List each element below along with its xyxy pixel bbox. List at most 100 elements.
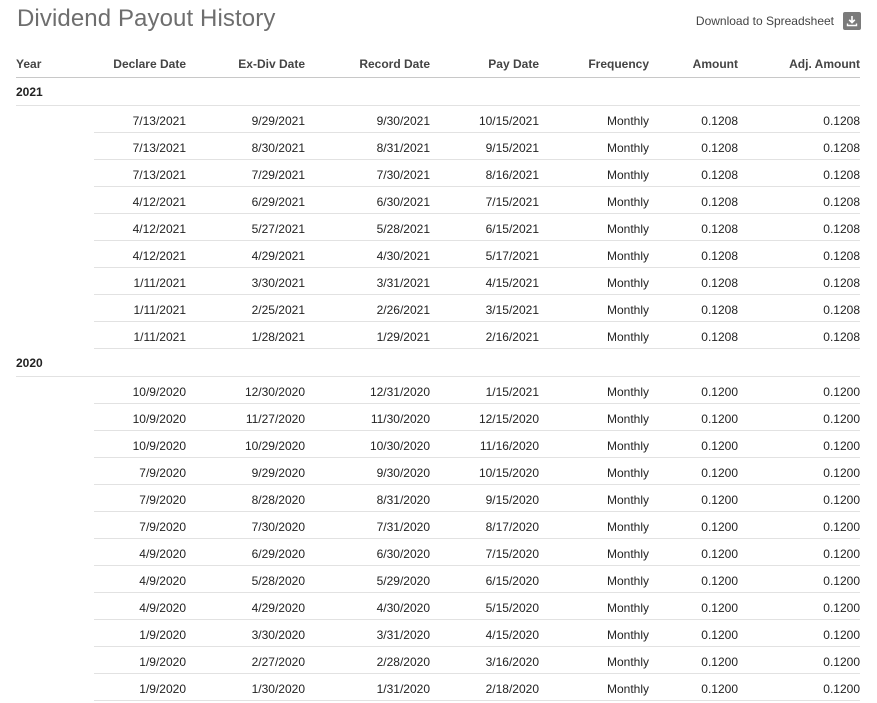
record-date-cell: 5/28/2021 [305, 214, 430, 241]
record-date-cell: 11/30/2020 [305, 404, 430, 431]
amount-cell: 0.1200 [649, 404, 738, 431]
adj-amount-cell: 0.1208 [738, 133, 860, 160]
ex-div-date-cell: 11/27/2020 [186, 404, 305, 431]
adj-amount-cell: 0.1208 [738, 106, 860, 133]
year-cell [16, 308, 94, 309]
year-group-row: 2021 [16, 78, 860, 106]
table-row: 7/9/2020 8/28/2020 8/31/2020 9/15/2020 Month… [16, 485, 860, 512]
table-row: 7/13/2021 8/30/2021 8/31/2021 9/15/2021 Mont… [16, 133, 860, 160]
adj-amount-cell: 0.1200 [738, 485, 860, 512]
adj-amount-cell: 0.1200 [738, 539, 860, 566]
year-cell [16, 444, 94, 445]
year-cell [16, 552, 94, 553]
year-cell [16, 200, 94, 201]
year-cell [16, 335, 94, 336]
year-cell [16, 254, 94, 255]
declare-date-cell: 10/9/2020 [94, 431, 186, 458]
table-row: 10/9/2020 12/30/2020 12/31/2020 1/15/2021 Mo… [16, 377, 860, 404]
year-label: 2021 [16, 85, 43, 99]
amount-cell: 0.1200 [649, 485, 738, 512]
col-header-record-date[interactable]: Record Date [305, 56, 430, 71]
declare-date-cell: 7/9/2020 [94, 512, 186, 539]
adj-amount-cell: 0.1200 [738, 620, 860, 647]
pay-date-cell: 5/17/2021 [430, 241, 539, 268]
adj-amount-cell: 0.1200 [738, 404, 860, 431]
declare-date-cell: 7/13/2021 [94, 106, 186, 133]
pay-date-cell: 7/15/2020 [430, 539, 539, 566]
table-row: 7/13/2021 9/29/2021 9/30/2021 10/15/2021 Mon… [16, 106, 860, 133]
year-cell [16, 498, 94, 499]
adj-amount-cell: 0.1208 [738, 322, 860, 349]
record-date-cell: 1/29/2021 [305, 322, 430, 349]
table-header: Year Declare Date Ex-Div Date Record Dat… [16, 50, 860, 78]
year-cell [16, 606, 94, 607]
ex-div-date-cell: 8/30/2021 [186, 133, 305, 160]
pay-date-cell: 9/15/2021 [430, 133, 539, 160]
table-row: 4/9/2020 5/28/2020 5/29/2020 6/15/2020 Month… [16, 566, 860, 593]
col-header-year[interactable]: Year [16, 56, 94, 71]
table-row: 1/9/2020 3/30/2020 3/31/2020 4/15/2020 Month… [16, 620, 860, 647]
record-date-cell: 12/31/2020 [305, 377, 430, 404]
adj-amount-cell: 0.1200 [738, 593, 860, 620]
record-date-cell: 9/30/2020 [305, 458, 430, 485]
year-cell [16, 525, 94, 526]
download-spreadsheet-button[interactable]: Download to Spreadsheet [696, 12, 861, 30]
frequency-cell: Monthly [539, 241, 649, 268]
table-row: 1/11/2021 2/25/2021 2/26/2021 3/15/2021 Mont… [16, 295, 860, 322]
col-header-ex-div-date[interactable]: Ex-Div Date [186, 56, 305, 71]
year-cell [16, 579, 94, 580]
declare-date-cell: 7/9/2020 [94, 458, 186, 485]
pay-date-cell: 4/15/2020 [430, 620, 539, 647]
amount-cell: 0.1200 [649, 539, 738, 566]
download-icon[interactable] [843, 12, 861, 30]
adj-amount-cell: 0.1200 [738, 377, 860, 404]
frequency-cell: Monthly [539, 512, 649, 539]
table-row: 4/12/2021 4/29/2021 4/30/2021 5/17/2021 Mont… [16, 241, 860, 268]
table-row: 1/9/2020 2/27/2020 2/28/2020 3/16/2020 Month… [16, 647, 860, 674]
col-header-frequency[interactable]: Frequency [539, 56, 649, 71]
pay-date-cell: 8/17/2020 [430, 512, 539, 539]
ex-div-date-cell: 6/29/2021 [186, 187, 305, 214]
ex-div-date-cell: 8/28/2020 [186, 485, 305, 512]
amount-cell: 0.1208 [649, 322, 738, 349]
adj-amount-cell: 0.1208 [738, 187, 860, 214]
frequency-cell: Monthly [539, 214, 649, 241]
download-label: Download to Spreadsheet [695, 14, 834, 28]
amount-cell: 0.1208 [649, 106, 738, 133]
record-date-cell: 4/30/2020 [305, 593, 430, 620]
table-row: 10/9/2020 11/27/2020 11/30/2020 12/15/2020 M… [16, 404, 860, 431]
col-header-declare-date[interactable]: Declare Date [94, 56, 186, 71]
amount-cell: 0.1208 [649, 295, 738, 322]
pay-date-cell: 2/18/2020 [430, 674, 539, 701]
pay-date-cell: 5/15/2020 [430, 593, 539, 620]
record-date-cell: 3/31/2021 [305, 268, 430, 295]
table-row: 1/11/2021 3/30/2021 3/31/2021 4/15/2021 Mont… [16, 268, 860, 295]
table-row: 4/12/2021 6/29/2021 6/30/2021 7/15/2021 Mont… [16, 187, 860, 214]
amount-cell: 0.1200 [649, 620, 738, 647]
adj-amount-cell: 0.1208 [738, 241, 860, 268]
col-header-pay-date[interactable]: Pay Date [430, 56, 539, 71]
pay-date-cell: 7/15/2021 [430, 187, 539, 214]
declare-date-cell: 1/9/2020 [94, 674, 186, 701]
table-row: 10/9/2020 10/29/2020 10/30/2020 11/16/2020 M… [16, 431, 860, 458]
page-title: Dividend Payout History [17, 5, 276, 32]
col-header-amount[interactable]: Amount [649, 56, 738, 71]
year-cell [16, 660, 94, 661]
ex-div-date-cell: 9/29/2020 [186, 458, 305, 485]
pay-date-cell: 12/15/2020 [430, 404, 539, 431]
pay-date-cell: 1/15/2021 [430, 377, 539, 404]
frequency-cell: Monthly [539, 404, 649, 431]
col-header-adj-amount[interactable]: Adj. Amount [738, 56, 860, 71]
ex-div-date-cell: 10/29/2020 [186, 431, 305, 458]
record-date-cell: 10/30/2020 [305, 431, 430, 458]
frequency-cell: Monthly [539, 458, 649, 485]
declare-date-cell: 1/9/2020 [94, 620, 186, 647]
ex-div-date-cell: 9/29/2021 [186, 106, 305, 133]
year-label: 2020 [16, 356, 43, 370]
amount-cell: 0.1200 [649, 377, 738, 404]
frequency-cell: Monthly [539, 593, 649, 620]
amount-cell: 0.1200 [649, 647, 738, 674]
year-cell [16, 687, 94, 688]
declare-date-cell: 4/12/2021 [94, 241, 186, 268]
year-group-row: 2020 [16, 349, 860, 377]
